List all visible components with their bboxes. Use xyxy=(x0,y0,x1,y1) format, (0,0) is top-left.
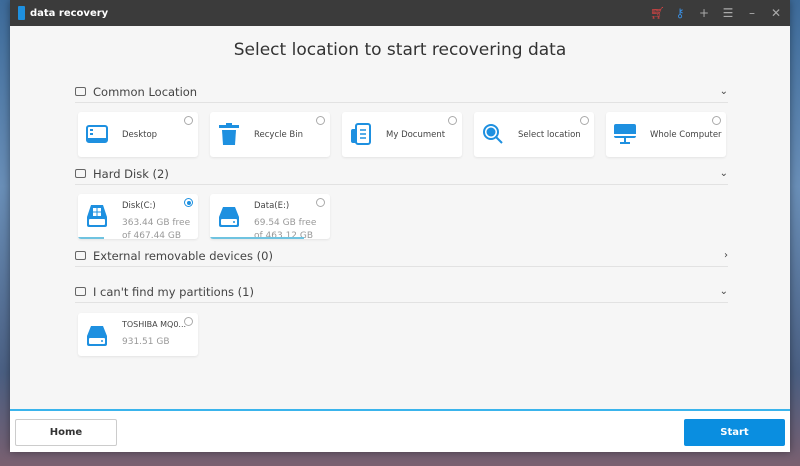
partition-toshiba[interactable]: TOSHIBA MQ0... 931.51 GB xyxy=(78,313,198,356)
disk-name: Disk(C:) xyxy=(122,201,156,211)
radio-selected[interactable] xyxy=(184,198,193,207)
hard-disk-icon xyxy=(75,169,86,178)
page-title: Select location to start recovering data xyxy=(233,40,567,60)
desktop-icon xyxy=(86,123,108,145)
plus-icon[interactable]: + xyxy=(698,6,710,20)
hard-drive-icon xyxy=(218,205,240,227)
section-hard-disk[interactable]: Hard Disk (2) ⌄ xyxy=(75,163,728,185)
location-my-document[interactable]: My Document xyxy=(342,112,462,157)
section-title: I can't find my partitions (1) xyxy=(93,284,254,299)
card-label: Desktop xyxy=(122,130,158,140)
recycle-bin-icon xyxy=(218,123,240,145)
cart-icon[interactable]: 🛒︎ xyxy=(650,6,665,20)
card-label: My Document xyxy=(386,130,446,140)
chevron-down-icon[interactable]: ⌄ xyxy=(720,168,728,179)
location-whole-computer[interactable]: Whole Computer xyxy=(606,112,726,157)
disk-space: 931.51 GB xyxy=(122,337,170,347)
app-window: data recovery 🛒︎ ⚷ + ☰ – ✕ Select locati… xyxy=(10,0,790,452)
hard-disk-icon xyxy=(75,287,86,296)
radio[interactable] xyxy=(184,116,193,125)
section-title: Common Location xyxy=(93,84,198,99)
radio[interactable] xyxy=(448,116,457,125)
hard-drive-icon xyxy=(86,324,108,346)
disk-name: Data(E:) xyxy=(254,201,290,211)
disk-e[interactable]: Data(E:) 69.54 GB free of 463.12 GB xyxy=(210,194,330,239)
close-icon[interactable]: ✕ xyxy=(770,6,782,20)
app-title: data recovery xyxy=(30,7,109,19)
section-lost-partitions[interactable]: I can't find my partitions (1) ⌄ xyxy=(75,281,728,303)
location-recycle-bin[interactable]: Recycle Bin xyxy=(210,112,330,157)
hard-disk-icon xyxy=(75,251,86,260)
document-icon xyxy=(350,123,372,145)
menu-icon[interactable]: ☰ xyxy=(722,6,734,20)
windows-drive-icon xyxy=(86,205,108,227)
minimize-icon[interactable]: – xyxy=(746,6,758,20)
key-icon[interactable]: ⚷ xyxy=(674,6,686,20)
radio[interactable] xyxy=(712,116,721,125)
search-icon xyxy=(482,123,504,145)
disk-space: 363.44 GB free of 467.44 GB xyxy=(122,218,191,239)
chevron-down-icon[interactable]: ⌄ xyxy=(720,86,728,97)
usage-bar xyxy=(210,237,304,239)
chevron-right-icon[interactable]: › xyxy=(724,250,728,261)
chevron-down-icon[interactable]: ⌄ xyxy=(720,286,728,297)
card-label: Recycle Bin xyxy=(254,130,304,140)
section-title: Hard Disk (2) xyxy=(93,166,169,181)
monitor-icon xyxy=(614,123,636,145)
radio[interactable] xyxy=(316,198,325,207)
usage-bar xyxy=(78,237,105,239)
card-label: Whole Computer xyxy=(650,130,722,140)
disk-space: 69.54 GB free of 463.12 GB xyxy=(254,218,317,239)
home-button[interactable]: Home xyxy=(15,419,117,446)
footer: Home Start xyxy=(10,409,790,452)
section-common-location[interactable]: Common Location ⌄ xyxy=(75,81,728,103)
card-label: Select location xyxy=(518,130,581,140)
disk-name: TOSHIBA MQ0... xyxy=(122,320,187,329)
location-desktop[interactable]: Desktop xyxy=(78,112,198,157)
radio[interactable] xyxy=(316,116,325,125)
section-title: External removable devices (0) xyxy=(93,248,273,263)
start-button[interactable]: Start xyxy=(684,419,785,446)
location-select-location[interactable]: Select location xyxy=(474,112,594,157)
monitor-icon xyxy=(75,87,86,96)
app-logo-icon xyxy=(18,6,25,20)
radio[interactable] xyxy=(184,317,193,326)
title-bar: data recovery 🛒︎ ⚷ + ☰ – ✕ xyxy=(10,0,790,26)
radio[interactable] xyxy=(580,116,589,125)
disk-c[interactable]: Disk(C:) 363.44 GB free of 467.44 GB xyxy=(78,194,198,239)
section-external-devices[interactable]: External removable devices (0) › xyxy=(75,245,728,267)
